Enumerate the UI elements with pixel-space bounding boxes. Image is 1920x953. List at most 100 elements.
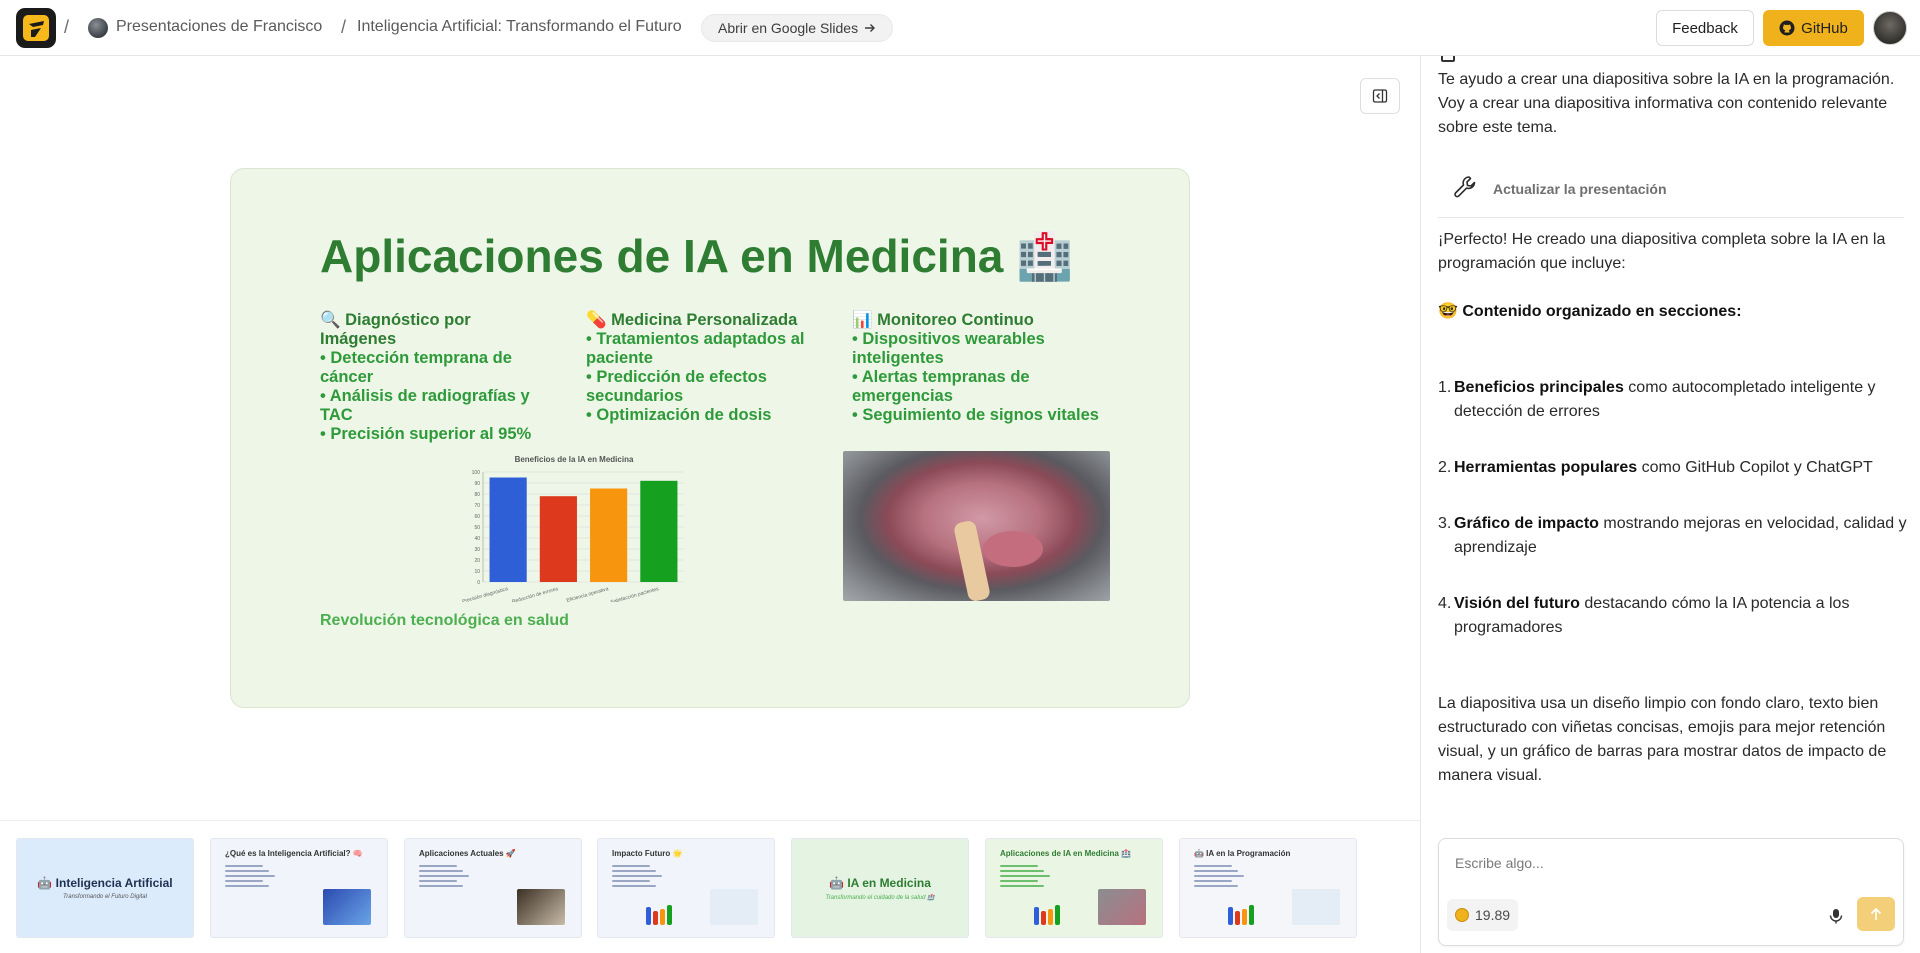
slide-thumbnail[interactable]: Aplicaciones Actuales 🚀 xyxy=(404,838,582,938)
thumbnail-subtitle: Transformando el Futuro Digital xyxy=(63,894,147,900)
x-tick-label: Satisfacción pacientes xyxy=(610,586,660,602)
thumbnail-text-line xyxy=(1000,885,1044,887)
chat-input-box[interactable]: Escribe algo... 19.89 xyxy=(1438,838,1904,946)
column-heading: 💊 Medicina Personalizada xyxy=(586,311,798,329)
slide-column-monitoreo[interactable]: 📊 Monitoreo Continuo • Dispositivos wear… xyxy=(852,311,1102,425)
list-item-bold: Visión del futuro xyxy=(1454,595,1580,612)
thumbnail-text-line xyxy=(1194,885,1238,887)
thumbnail-chart-bar xyxy=(1249,905,1254,925)
chart-title: Beneficios de la IA en Medicina xyxy=(515,455,634,464)
panel-toggle-button[interactable] xyxy=(1360,78,1400,114)
breadcrumb-owner[interactable]: Presentaciones de Francisco xyxy=(116,18,322,36)
slide-thumbnail[interactable]: Impacto Futuro 🌟 xyxy=(597,838,775,938)
thumbnail-text-line xyxy=(225,870,269,872)
y-tick-label: 70 xyxy=(474,503,480,509)
thumbnail-text-line xyxy=(1194,875,1244,877)
owner-avatar xyxy=(88,18,108,38)
github-button[interactable]: GitHub xyxy=(1763,10,1864,46)
slide-thumbnail-strip: 🤖 Inteligencia Artificial Transformando e… xyxy=(0,820,1420,953)
list-item: 4. Visión del futuro destacando cómo la … xyxy=(1438,592,1908,640)
thumbnail-title-block: 🤖 IA en Medicina Transformando el cuidado… xyxy=(792,839,968,937)
benefits-chart[interactable]: Beneficios de la IA en Medicina 0 10 20 30 40… xyxy=(459,452,689,606)
user-avatar[interactable] xyxy=(1873,11,1907,45)
thumbnail-title: ¿Qué es la Inteligencia Artificial? 🧠 xyxy=(225,849,363,858)
tool-call-row[interactable]: Actualizar la presentación xyxy=(1438,162,1904,218)
send-arrow-icon xyxy=(1870,907,1882,920)
thumbnail-title: 🤖 IA en la Programación xyxy=(1194,849,1291,858)
slide-thumbnail[interactable]: ¿Qué es la Inteligencia Artificial? 🧠 xyxy=(210,838,388,938)
column-bullet: • Análisis de radiografías y TAC xyxy=(320,387,530,424)
coin-icon xyxy=(1455,908,1469,922)
thumbnail-text-line xyxy=(612,865,650,867)
thumbnail-text-line xyxy=(1194,880,1232,882)
open-google-slides-button[interactable]: Abrir en Google Slides xyxy=(701,14,894,42)
send-button[interactable] xyxy=(1857,897,1895,931)
list-item: 3. Gráfico de impacto mostrando mejoras … xyxy=(1438,512,1908,560)
thumbnail-text-line xyxy=(1000,870,1044,872)
breadcrumb-separator: / xyxy=(341,17,347,37)
column-bullet: • Optimización de dosis xyxy=(586,406,772,424)
slide-footer[interactable]: Revolución tecnológica en salud xyxy=(320,612,569,630)
slide-column-diagnostico[interactable]: 🔍 Diagnóstico por Imágenes • Detección t… xyxy=(320,311,550,444)
thumbnail-title-block: 🤖 Inteligencia Artificial Transformando e… xyxy=(17,839,193,937)
arrow-right-icon xyxy=(865,24,876,32)
x-tick-label: Reducción de errores xyxy=(511,586,559,602)
thumbnail-title: 🤖 Inteligencia Artificial xyxy=(37,876,173,890)
thumbnail-text-line xyxy=(1000,880,1038,882)
thumbnail-image xyxy=(710,889,758,925)
slide-column-medicina[interactable]: 💊 Medicina Personalizada • Tratamientos … xyxy=(586,311,811,425)
thumbnail-text-line xyxy=(1194,870,1238,872)
thumbnail-title: Impacto Futuro 🌟 xyxy=(612,849,683,858)
column-bullet: • Precisión superior al 95% xyxy=(320,425,532,443)
app-logo-icon[interactable] xyxy=(16,8,56,48)
thumbnail-title: Aplicaciones Actuales 🚀 xyxy=(419,849,516,858)
list-item-bold: Gráfico de impacto xyxy=(1454,515,1599,532)
feedback-label: Feedback xyxy=(1672,19,1738,37)
slide-thumbnail[interactable]: 🤖 IA en Medicina Transformando el cuidado… xyxy=(791,838,969,938)
thumbnail-title: 🤖 IA en Medicina xyxy=(829,875,931,890)
thumbnail-text-line xyxy=(419,870,463,872)
x-tick-label: Eficiencia operativa xyxy=(566,586,610,602)
thumbnail-chart-bar xyxy=(1034,907,1039,925)
thumbnail-text-line xyxy=(225,885,269,887)
brain-model-image[interactable] xyxy=(843,451,1110,601)
github-label: GitHub xyxy=(1801,19,1848,37)
slide-thumbnail[interactable]: Aplicaciones de IA en Medicina 🏥 xyxy=(985,838,1163,938)
slide-canvas[interactable]: Aplicaciones de IA en Medicina 🏥 🔍 Diagn… xyxy=(230,168,1190,708)
chart-bar xyxy=(640,480,678,582)
thumbnail-chart-bar xyxy=(646,907,651,925)
mic-icon xyxy=(1829,909,1843,924)
credits-value: 19.89 xyxy=(1475,907,1511,923)
chat-input-placeholder[interactable]: Escribe algo... xyxy=(1455,855,1544,871)
slide-title[interactable]: Aplicaciones de IA en Medicina 🏥 xyxy=(320,229,1073,284)
thumbnail-text-line xyxy=(419,875,469,877)
thumbnail-chart-bar xyxy=(1048,909,1053,925)
thumbnail-chart-bar xyxy=(653,911,658,925)
y-tick-label: 60 xyxy=(474,514,480,520)
brain-stem-shape xyxy=(952,519,992,601)
thumbnail-image xyxy=(1098,889,1146,925)
y-tick-label: 80 xyxy=(474,492,480,498)
y-tick-label: 0 xyxy=(477,580,480,586)
slide-thumbnail[interactable]: 🤖 IA en la Programación xyxy=(1179,838,1357,938)
y-tick-label: 90 xyxy=(474,481,480,487)
chart-bar xyxy=(539,496,577,582)
open-google-slides-label: Abrir en Google Slides xyxy=(718,20,859,36)
column-bullet: • Detección temprana de cáncer xyxy=(320,349,512,386)
feedback-button[interactable]: Feedback xyxy=(1656,10,1754,46)
sections-heading: 🤓 Contenido organizado en secciones: xyxy=(1438,303,1742,320)
column-bullet: • Alertas tempranas de emergencias xyxy=(852,368,1030,405)
mic-button[interactable] xyxy=(1821,901,1851,931)
thumbnail-text-line xyxy=(419,885,463,887)
slide-thumbnail[interactable]: 🤖 Inteligencia Artificial Transformando e… xyxy=(16,838,194,938)
thumbnail-text-line xyxy=(1194,865,1232,867)
breadcrumb-presentation[interactable]: Inteligencia Artificial: Transformando e… xyxy=(357,18,682,36)
brain-cerebellum-shape xyxy=(983,531,1043,567)
thumbnail-subtitle: Transformando el cuidado de la salud 🏥 xyxy=(825,894,935,901)
list-number: 3. xyxy=(1438,515,1452,532)
thumbnail-chart-bar xyxy=(1235,911,1240,925)
tool-call-label: Actualizar la presentación xyxy=(1493,181,1667,197)
thumbnail-text-line xyxy=(225,880,263,882)
breadcrumb-separator: / xyxy=(64,17,70,37)
thumbnail-text-line xyxy=(225,865,263,867)
